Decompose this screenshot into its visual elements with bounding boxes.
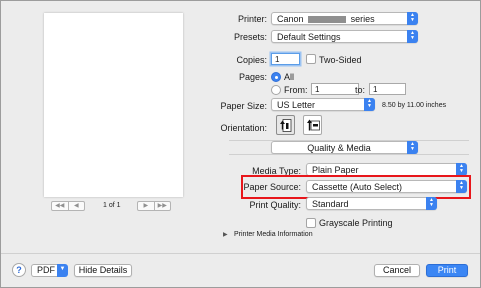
pager-back-buttons: ◀◀ ◀: [51, 201, 85, 211]
paper-source-label: Paper Source:: [243, 182, 301, 192]
copies-value: 1: [275, 55, 280, 64]
portrait-orientation-button[interactable]: [276, 115, 295, 135]
paper-size-value: US Letter: [277, 100, 316, 110]
pages-from-field[interactable]: 1: [311, 83, 359, 95]
popup-arrows-icon: ▲ ▼: [426, 197, 437, 210]
disclosure-triangle-icon[interactable]: ▶: [223, 231, 228, 238]
pager-forward-buttons: ▶ ▶▶: [137, 201, 171, 211]
pages-from-label: From:: [284, 85, 308, 95]
section-divider: [229, 154, 469, 155]
pages-to-field[interactable]: 1: [369, 83, 406, 95]
pdf-button-label: PDF: [31, 264, 57, 277]
paper-size-dimensions: 8.50 by 11.00 inches: [382, 102, 447, 109]
last-page-button[interactable]: ▶▶: [153, 202, 171, 210]
pages-range-radio[interactable]: [271, 85, 281, 95]
paper-source-popup[interactable]: Cassette (Auto Select) ▲ ▼: [306, 180, 467, 193]
copies-field[interactable]: 1: [271, 53, 300, 65]
panel-menu-value: Quality & Media: [307, 143, 371, 153]
pages-label: Pages:: [238, 72, 267, 82]
grayscale-checkbox[interactable]: [306, 218, 316, 228]
popup-arrows-icon: ▲ ▼: [456, 180, 467, 193]
copies-label: Copies:: [236, 55, 267, 65]
presets-value: Default Settings: [277, 32, 341, 42]
two-sided-checkbox[interactable]: [306, 54, 316, 64]
pages-from-value: 1: [315, 85, 320, 94]
orientation-label: Orientation:: [220, 123, 267, 133]
printer-name-prefix: Canon: [277, 14, 304, 24]
cancel-button[interactable]: Cancel: [374, 264, 420, 277]
help-button[interactable]: ?: [12, 263, 26, 277]
printer-model-redacted: [308, 16, 347, 24]
printer-label: Printer:: [237, 14, 267, 24]
popup-arrows-icon: ▲ ▼: [407, 12, 418, 25]
printer-name-suffix: series: [350, 14, 375, 24]
presets-popup[interactable]: Default Settings ▲ ▼: [271, 30, 418, 43]
presets-label: Presets:: [233, 32, 267, 42]
preview-pager: ◀◀ ◀ 1 of 1 ▶ ▶▶: [51, 201, 189, 213]
paper-source-value: Cassette (Auto Select): [312, 182, 403, 192]
pages-all-label: All: [284, 72, 295, 82]
pages-to-value: 1: [373, 85, 378, 94]
previous-page-button[interactable]: ◀: [67, 202, 85, 210]
two-sided-label: Two-Sided: [319, 55, 362, 65]
pages-to-label: to:: [354, 85, 365, 95]
print-quality-label: Print Quality:: [249, 200, 301, 210]
popup-arrows-icon: ▲ ▼: [407, 141, 418, 154]
page-preview: [44, 13, 183, 197]
portrait-icon: [280, 119, 292, 132]
pages-all-radio[interactable]: [271, 72, 281, 82]
print-button[interactable]: Print: [426, 264, 468, 277]
paper-size-label: Paper Size:: [220, 101, 267, 111]
hide-details-button[interactable]: Hide Details: [74, 264, 132, 277]
next-page-button[interactable]: ▶: [138, 202, 154, 210]
media-info-label[interactable]: Printer Media Information: [234, 231, 313, 238]
chevron-down-icon: ▼: [57, 264, 68, 277]
landscape-icon: [307, 119, 320, 131]
print-quality-popup[interactable]: Standard ▲ ▼: [306, 197, 437, 210]
paper-size-popup[interactable]: US Letter ▲ ▼: [271, 98, 375, 111]
landscape-orientation-button[interactable]: [303, 115, 322, 135]
page-indicator: 1 of 1: [103, 202, 121, 209]
panel-menu-popup[interactable]: Quality & Media ▲ ▼: [271, 141, 418, 154]
grayscale-label: Grayscale Printing: [319, 218, 393, 228]
footer-divider: [1, 253, 480, 254]
print-dialog: ◀◀ ◀ 1 of 1 ▶ ▶▶ Printer: Canon series ▲…: [0, 0, 481, 288]
pdf-menu-button[interactable]: PDF ▼: [31, 264, 68, 277]
printer-popup[interactable]: Canon series ▲ ▼: [271, 12, 418, 25]
popup-arrows-icon: ▲ ▼: [364, 98, 375, 111]
print-quality-value: Standard: [312, 199, 349, 209]
popup-arrows-icon: ▲ ▼: [407, 30, 418, 43]
first-page-button[interactable]: ◀◀: [52, 202, 68, 210]
